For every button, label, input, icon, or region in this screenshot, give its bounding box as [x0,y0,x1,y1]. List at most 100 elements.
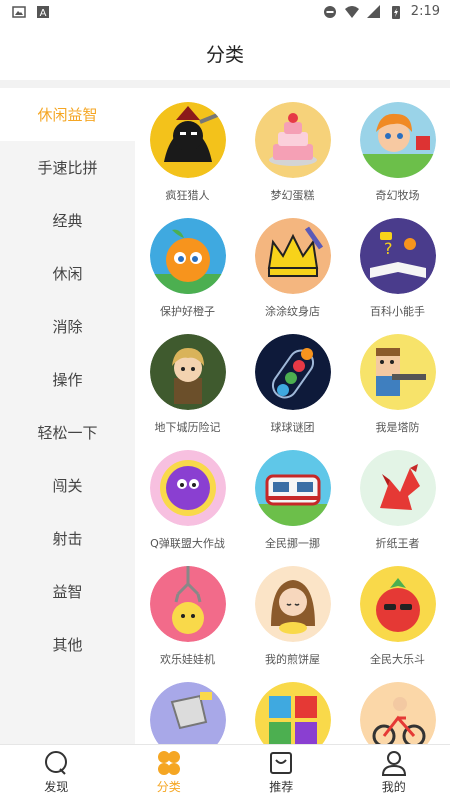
game-name: 地下城历险记 [154,421,221,434]
cake-icon [254,102,331,178]
sidebar-item-other[interactable]: 其他 [0,618,135,671]
sidebar-item-match[interactable]: 消除 [0,300,135,353]
svg-text:?: ? [384,239,393,258]
sidebar-item-levels[interactable]: 闯关 [0,459,135,512]
tab-category[interactable]: 分类 [113,745,226,800]
category-sidebar: 休闲益智 手速比拼 经典 休闲 消除 操作 轻松一下 闯关 射击 益智 其他 [0,88,135,744]
sidebar-item-label: 其他 [52,636,83,654]
paper-rooster-icon [359,450,436,526]
game-name: 折纸王者 [375,537,420,550]
status-time: 2:19 [410,4,440,19]
game-item[interactable]: 全民挪一挪 [240,450,345,566]
sidebar-item-label: 射击 [52,530,83,548]
encyclopedia-book-icon: ? [359,218,436,294]
game-item[interactable]: 我是塔防 [345,334,450,450]
bike-icon [359,682,436,744]
game-list: 疯狂猎人 梦幻蛋糕 奇幻牧场 保护好橙子 涂涂纹身店 ? 百科小能手 地下城历险… [135,88,450,744]
claw-machine-icon [149,566,226,642]
game-item[interactable]: 全民大乐斗 [345,566,450,682]
sidebar-item-label: 轻松一下 [37,424,98,442]
sidebar-item-label: 操作 [52,371,83,389]
game-item[interactable]: 地下城历险记 [135,334,240,450]
tab-label: 我的 [381,780,406,794]
sidebar-item-label: 休闲 [52,265,83,283]
game-item[interactable]: Q弹联盟大作战 [135,450,240,566]
sidebar-item-casual-puzzle[interactable]: 休闲益智 [0,88,135,141]
wifi-icon [344,5,359,18]
category-icon [157,751,180,775]
game-name: 我的煎饼屋 [265,653,320,666]
sidebar-item-classic[interactable]: 经典 [0,194,135,247]
tab-label: 分类 [156,780,181,794]
game-name: 我是塔防 [375,421,420,434]
crown-tattoo-icon [254,218,331,294]
game-item[interactable]: ? 百科小能手 [345,218,450,334]
tower-defense-icon [359,334,436,410]
game-item[interactable]: 欢乐娃娃机 [135,566,240,682]
game-name: 涂涂纹身店 [265,305,320,318]
tab-label: 发现 [44,780,69,794]
discover-icon [45,751,68,775]
game-name: 保护好橙子 [160,305,215,318]
game-name: Q弹联盟大作战 [150,537,225,550]
sidebar-item-label: 消除 [52,318,83,336]
recommend-bag-icon [270,752,293,774]
sidebar-item-action[interactable]: 操作 [0,353,135,406]
game-item[interactable]: 疯狂猎人 [135,102,240,218]
sidebar-item-label: 益智 [52,583,83,601]
sidebar-item-label: 休闲益智 [37,106,98,124]
game-item[interactable]: 保护好橙子 [135,218,240,334]
battery-icon [391,5,400,19]
game-item[interactable]: 梦幻蛋糕 [240,102,345,218]
tab-recommend[interactable]: 推荐 [225,745,338,800]
tomato-icon [359,566,436,642]
game-name: 梦幻蛋糕 [270,189,315,202]
tab-profile[interactable]: 我的 [338,745,450,800]
game-item[interactable]: 涂涂纹身店 [240,218,345,334]
hunter-icon [149,102,226,178]
purple-ball-icon [149,450,226,526]
game-name: 欢乐娃娃机 [160,653,215,666]
image-notification-icon [12,6,26,18]
dungeon-hero-icon [149,334,226,410]
game-item[interactable]: 奇幻牧场 [345,102,450,218]
sidebar-item-label: 手速比拼 [37,159,98,177]
sidebar-item-speed[interactable]: 手速比拼 [0,141,135,194]
game-name: 全民大乐斗 [370,653,425,666]
game-item[interactable]: 我的煎饼屋 [240,566,345,682]
signal-icon [366,4,380,18]
sidebar-item-shooting[interactable]: 射击 [0,512,135,565]
sidebar-item-label: 闯关 [52,477,83,495]
profile-icon [381,751,406,776]
sidebar-item-relax[interactable]: 轻松一下 [0,406,135,459]
jigsaw-icon [254,682,331,744]
game-name: 百科小能手 [370,305,425,318]
pancake-girl-icon [254,566,331,642]
do-not-disturb-icon [323,5,336,18]
train-icon [254,450,331,526]
game-item[interactable] [345,682,450,744]
game-name: 球球谜团 [270,421,315,434]
tab-label: 推荐 [269,780,294,794]
header-divider [0,80,450,88]
page-title: 分类 [205,43,244,66]
game-item[interactable] [240,682,345,744]
sidebar-item-casual[interactable]: 休闲 [0,247,135,300]
game-name: 奇幻牧场 [375,189,420,202]
page-header: 分类 [0,26,450,80]
orange-icon [149,218,226,294]
game-item[interactable]: 折纸王者 [345,450,450,566]
game-item[interactable] [135,682,240,744]
svg-text:A: A [40,8,47,19]
font-notification-icon: A [37,6,49,19]
game-item[interactable]: 球球谜团 [240,334,345,450]
ranch-girl-icon [359,102,436,178]
saw-icon [149,682,226,744]
bottom-tab-bar: 发现 分类 推荐 我的 [0,744,450,800]
ball-tube-icon [254,334,331,410]
sidebar-item-puzzle[interactable]: 益智 [0,565,135,618]
game-name: 疯狂猎人 [165,189,210,202]
sidebar-item-label: 经典 [52,212,83,230]
tab-discover[interactable]: 发现 [0,745,113,800]
game-name: 全民挪一挪 [265,537,320,550]
